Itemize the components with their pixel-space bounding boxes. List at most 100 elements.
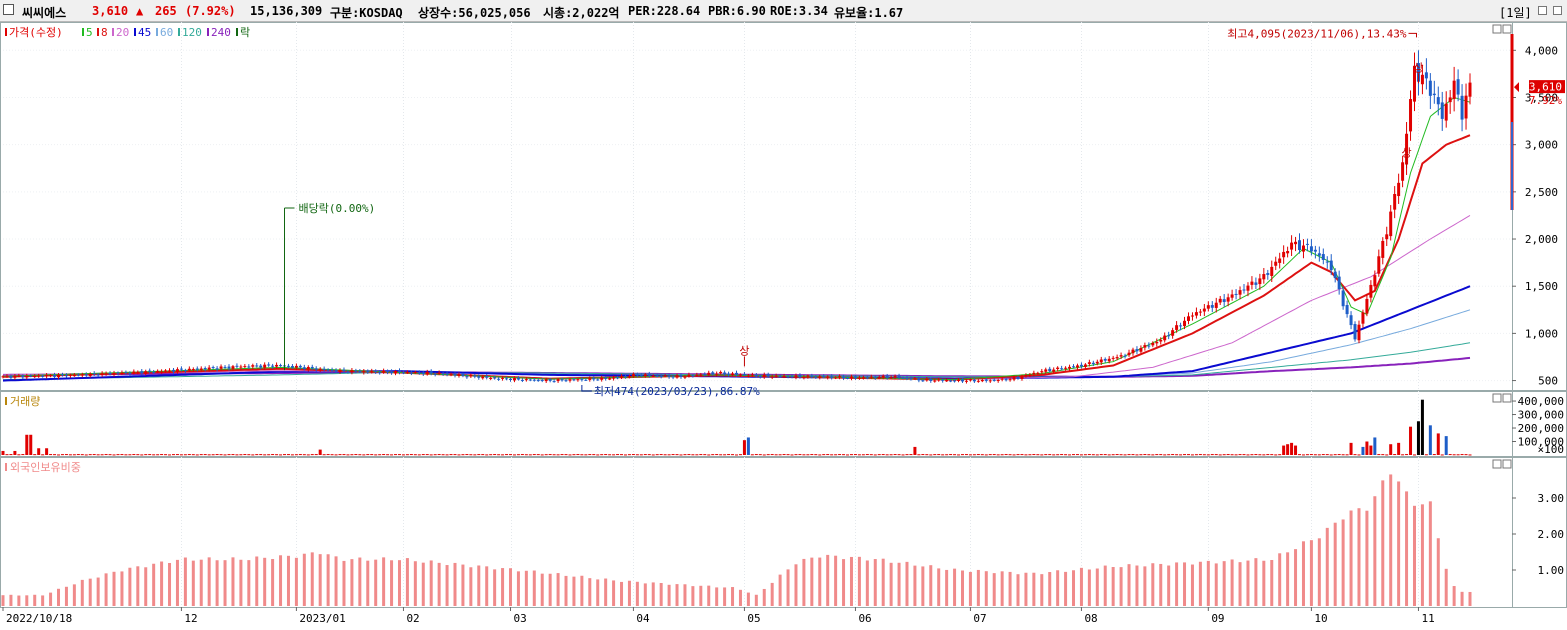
foreign-bar — [183, 557, 187, 606]
foreign-bar — [128, 567, 132, 606]
market-type: 구분:KOSDAQ — [330, 6, 403, 20]
restore-icon[interactable] — [1538, 6, 1547, 15]
price-tick-label: 2,500 — [1525, 186, 1558, 199]
volume-bar — [1000, 454, 1004, 456]
foreign-bar — [992, 573, 996, 606]
foreign-bar — [1016, 574, 1020, 606]
foreign-bar — [1008, 571, 1012, 606]
volume-bar — [715, 454, 719, 456]
period-selector[interactable]: [1일] — [1499, 4, 1532, 21]
candle — [1151, 342, 1155, 346]
candle — [655, 375, 659, 377]
foreign-bar — [1357, 508, 1361, 606]
close-icon[interactable] — [1553, 6, 1562, 15]
foreign-bar — [302, 553, 306, 606]
candle — [33, 376, 37, 378]
upper-limit-label: 상 — [1401, 146, 1411, 159]
volume-bar — [762, 454, 766, 456]
foreign-bar — [255, 556, 259, 606]
x-tick-label: 2023/01 — [299, 612, 345, 625]
volume-bar — [275, 454, 279, 456]
volume-bar — [945, 454, 949, 456]
volume-unit-label: ×100 — [1538, 443, 1565, 456]
foreign-bar — [968, 571, 972, 606]
candle — [207, 367, 211, 370]
candle — [334, 370, 338, 372]
select-checkbox[interactable] — [3, 4, 14, 15]
foreign-bar — [826, 554, 830, 606]
volume-bar — [1222, 454, 1226, 456]
panel-minimize-icon — [1492, 24, 1502, 34]
candle — [1238, 290, 1242, 295]
volume-bar — [493, 454, 497, 456]
candle — [746, 375, 750, 377]
candle — [1226, 297, 1230, 302]
volume-bar — [1095, 454, 1099, 456]
foreign-bar — [881, 558, 885, 606]
volume-bar — [584, 454, 588, 456]
candle — [1183, 320, 1187, 327]
foreign-bar — [1468, 591, 1472, 606]
volume-bar — [616, 454, 620, 456]
foreign-bar — [715, 587, 719, 606]
volume-bar — [853, 454, 857, 456]
volume-bar — [1321, 454, 1325, 456]
candle — [116, 372, 120, 374]
candle — [330, 369, 334, 371]
volume-bar — [1270, 454, 1274, 456]
candle — [1254, 282, 1258, 285]
volume-bar — [29, 434, 33, 455]
candle — [350, 370, 354, 373]
volume-bar — [437, 454, 441, 456]
volume-bar — [810, 454, 814, 456]
candle — [477, 376, 481, 378]
volume-bar — [742, 440, 746, 455]
foreign-bar — [1175, 562, 1179, 606]
foreign-bar — [540, 573, 544, 606]
foreign-bar — [1309, 540, 1313, 606]
volume-bar — [1440, 454, 1444, 456]
foreign-tick-label: 1.00 — [1538, 564, 1565, 577]
volume-bar — [691, 454, 695, 456]
volume-bar — [1274, 454, 1278, 456]
foreign-bar — [754, 594, 758, 606]
foreign-bar — [1349, 510, 1353, 606]
foreign-bar — [913, 565, 917, 606]
foreign-bar — [1301, 541, 1305, 606]
foreign-bar — [334, 556, 338, 606]
candle — [1365, 298, 1369, 314]
volume-bar — [1381, 454, 1385, 456]
volume-bar — [386, 454, 390, 456]
foreign-bar — [485, 566, 489, 606]
candle — [124, 372, 128, 374]
volume-bar — [1290, 442, 1294, 455]
volume-bar — [251, 454, 255, 456]
volume-bar — [1313, 454, 1317, 456]
candle — [1210, 305, 1214, 308]
candle — [877, 377, 881, 379]
volume-bar — [925, 454, 929, 456]
listed-shares: 상장수:56,025,056 — [418, 6, 531, 20]
volume-bar — [818, 454, 822, 456]
volume-bar — [988, 454, 992, 456]
volume-bar — [247, 454, 251, 456]
candle — [231, 366, 235, 369]
volume-bar — [497, 454, 501, 456]
candle — [1024, 374, 1028, 377]
candle — [96, 374, 100, 376]
volume-bar — [953, 454, 957, 456]
panel-frame-foreign — [0, 457, 1567, 608]
volume-bar — [53, 454, 57, 456]
foreign-bar — [857, 556, 861, 606]
stock-chart[interactable]: 4,0003,5003,0002,5002,0001,5001,000500가격… — [0, 22, 1567, 630]
volume-bar — [1214, 454, 1218, 456]
candle — [1008, 379, 1012, 381]
candle — [397, 370, 401, 373]
upper-limit-label: 상 — [1413, 61, 1423, 74]
foreign-bar — [1278, 553, 1282, 606]
volume-bar — [842, 454, 846, 456]
candle — [370, 371, 374, 373]
candle — [1052, 369, 1056, 372]
candle — [1345, 305, 1349, 315]
volume-bar — [397, 454, 401, 456]
